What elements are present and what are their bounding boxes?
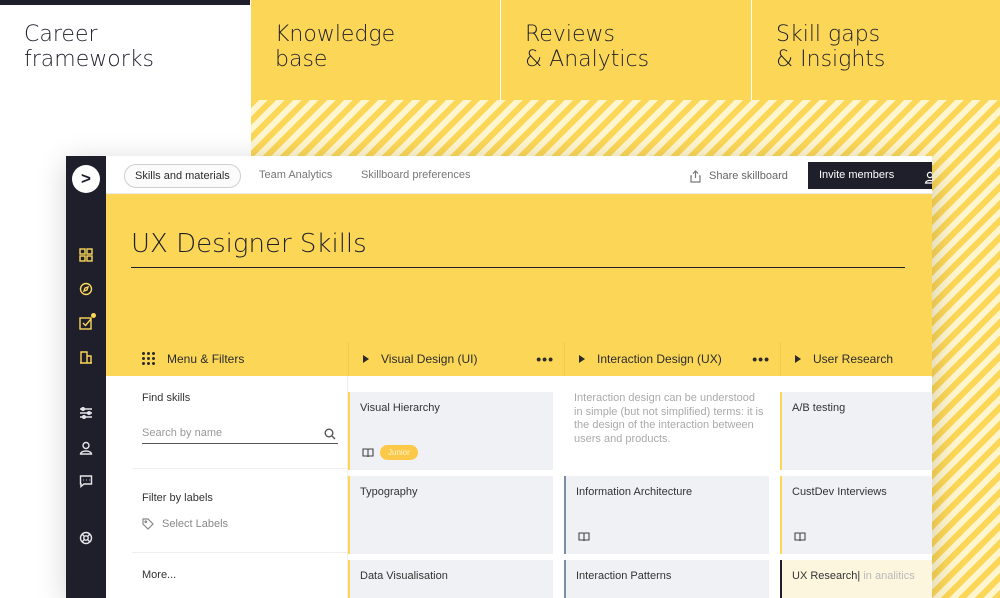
skill-name: Data Visualisation — [360, 570, 448, 582]
skill-card-interaction-patterns[interactable]: Interaction Patterns — [564, 560, 769, 598]
app-window: > Skills and materials Team Analytics Sk… — [66, 156, 932, 598]
search-input[interactable]: Search by name — [142, 422, 338, 444]
tab-label: Skill gaps & Insights — [776, 22, 886, 72]
skill-name: A/B testing — [792, 402, 846, 414]
column-description-text: Interaction design can be understood in … — [574, 392, 764, 445]
user-icon[interactable] — [78, 440, 94, 456]
grid-icon[interactable] — [78, 247, 94, 263]
tag-icon — [142, 518, 154, 530]
new-skill-input[interactable]: UX Research| in analitics — [780, 560, 932, 598]
divider — [132, 552, 348, 553]
tab-skillboard-preferences[interactable]: Skillboard preferences — [361, 164, 470, 188]
notification-dot — [91, 313, 96, 318]
tab-label: Knowledge base — [275, 22, 396, 72]
title-underline — [131, 267, 905, 268]
sidebar-rail: > — [66, 156, 106, 598]
tab-skills-and-materials[interactable]: Skills and materials — [124, 164, 241, 188]
expand-icon — [795, 354, 801, 363]
book-icon — [578, 532, 590, 542]
filter-by-labels-title: Filter by labels — [142, 492, 213, 504]
column-title: Interaction Design (UX) — [597, 352, 722, 366]
chat-icon[interactable] — [78, 473, 94, 489]
skill-card-custdev-interviews[interactable]: CustDev Interviews — [780, 476, 932, 554]
select-labels-label: Select Labels — [162, 518, 229, 530]
text-cursor: | — [857, 570, 861, 582]
more-filters-link[interactable]: More... — [142, 569, 176, 581]
skill-card-visual-hierarchy[interactable]: Visual Hierarchy Junior — [348, 392, 553, 470]
invite-label: Invite members — [819, 169, 895, 181]
share-label: Share skillboard — [709, 170, 788, 182]
level-badge: Junior — [380, 445, 418, 460]
column-header-interaction-design[interactable]: Interaction Design (UX) ••• — [564, 342, 780, 376]
skill-card-information-architecture[interactable]: Information Architecture — [564, 476, 769, 554]
filters-panel: Find skills Search by name Filter by lab… — [132, 376, 348, 598]
skill-name: Information Architecture — [576, 486, 693, 498]
checkbox-icon[interactable] — [78, 313, 96, 331]
skill-card-data-visualisation[interactable]: Data Visualisation — [348, 560, 553, 598]
expand-icon — [363, 354, 369, 363]
column-header-user-research[interactable]: User Research — [780, 342, 932, 376]
skill-card-typography[interactable]: Typography — [348, 476, 553, 554]
find-skills-label: Find skills — [142, 392, 191, 404]
column-header-visual-design[interactable]: Visual Design (UI) ••• — [348, 342, 564, 376]
skill-name: Interaction Patterns — [576, 570, 672, 582]
divider — [132, 468, 348, 469]
share-skillboard-button[interactable]: Share skillboard — [690, 164, 788, 188]
page-title: UX Designer Skills — [131, 229, 367, 259]
tab-career-frameworks[interactable]: Career frameworks — [0, 5, 250, 105]
top-navigation: Skills and materials Team Analytics Skil… — [106, 156, 932, 194]
column-title: Visual Design (UI) — [381, 352, 478, 366]
add-user-icon — [924, 168, 932, 184]
menu-filters-label: Menu & Filters — [167, 352, 245, 366]
help-icon[interactable] — [78, 530, 94, 546]
buildings-icon[interactable] — [78, 349, 94, 365]
skill-name: Typography — [360, 486, 418, 498]
book-icon — [362, 448, 374, 458]
column-title: User Research — [813, 352, 894, 366]
invite-members-button[interactable]: Invite members — [808, 162, 932, 189]
skill-name: Visual Hierarchy — [360, 402, 440, 414]
tab-label: Career frameworks — [24, 22, 154, 72]
share-icon — [690, 169, 701, 183]
tab-team-analytics[interactable]: Team Analytics — [259, 164, 332, 188]
column-menu-icon[interactable]: ••• — [752, 342, 770, 376]
skill-name: CustDev Interviews — [792, 486, 887, 498]
sliders-icon[interactable] — [78, 405, 94, 421]
select-labels-button[interactable]: Select Labels — [142, 518, 228, 530]
tab-knowledge-base[interactable]: Knowledge base — [251, 0, 500, 100]
expand-icon — [579, 354, 585, 363]
new-skill-hint: in analitics — [863, 570, 915, 582]
menu-filters-toggle[interactable]: Menu & Filters — [132, 342, 348, 376]
search-placeholder: Search by name — [142, 427, 223, 439]
tab-skill-gaps-insights[interactable]: Skill gaps & Insights — [752, 0, 1000, 100]
tab-reviews-analytics[interactable]: Reviews & Analytics — [501, 0, 751, 100]
column-description: Interaction design can be understood in … — [564, 386, 769, 470]
logo[interactable]: > — [72, 165, 100, 193]
tab-label: Reviews & Analytics — [525, 22, 650, 72]
skill-card-ab-testing[interactable]: A/B testing — [780, 392, 932, 470]
compass-icon[interactable] — [78, 281, 94, 297]
book-icon — [794, 532, 806, 542]
search-icon — [324, 426, 336, 440]
menu-dots-icon — [142, 352, 155, 366]
new-skill-value: UX Research — [792, 570, 858, 582]
column-menu-icon[interactable]: ••• — [536, 342, 554, 376]
